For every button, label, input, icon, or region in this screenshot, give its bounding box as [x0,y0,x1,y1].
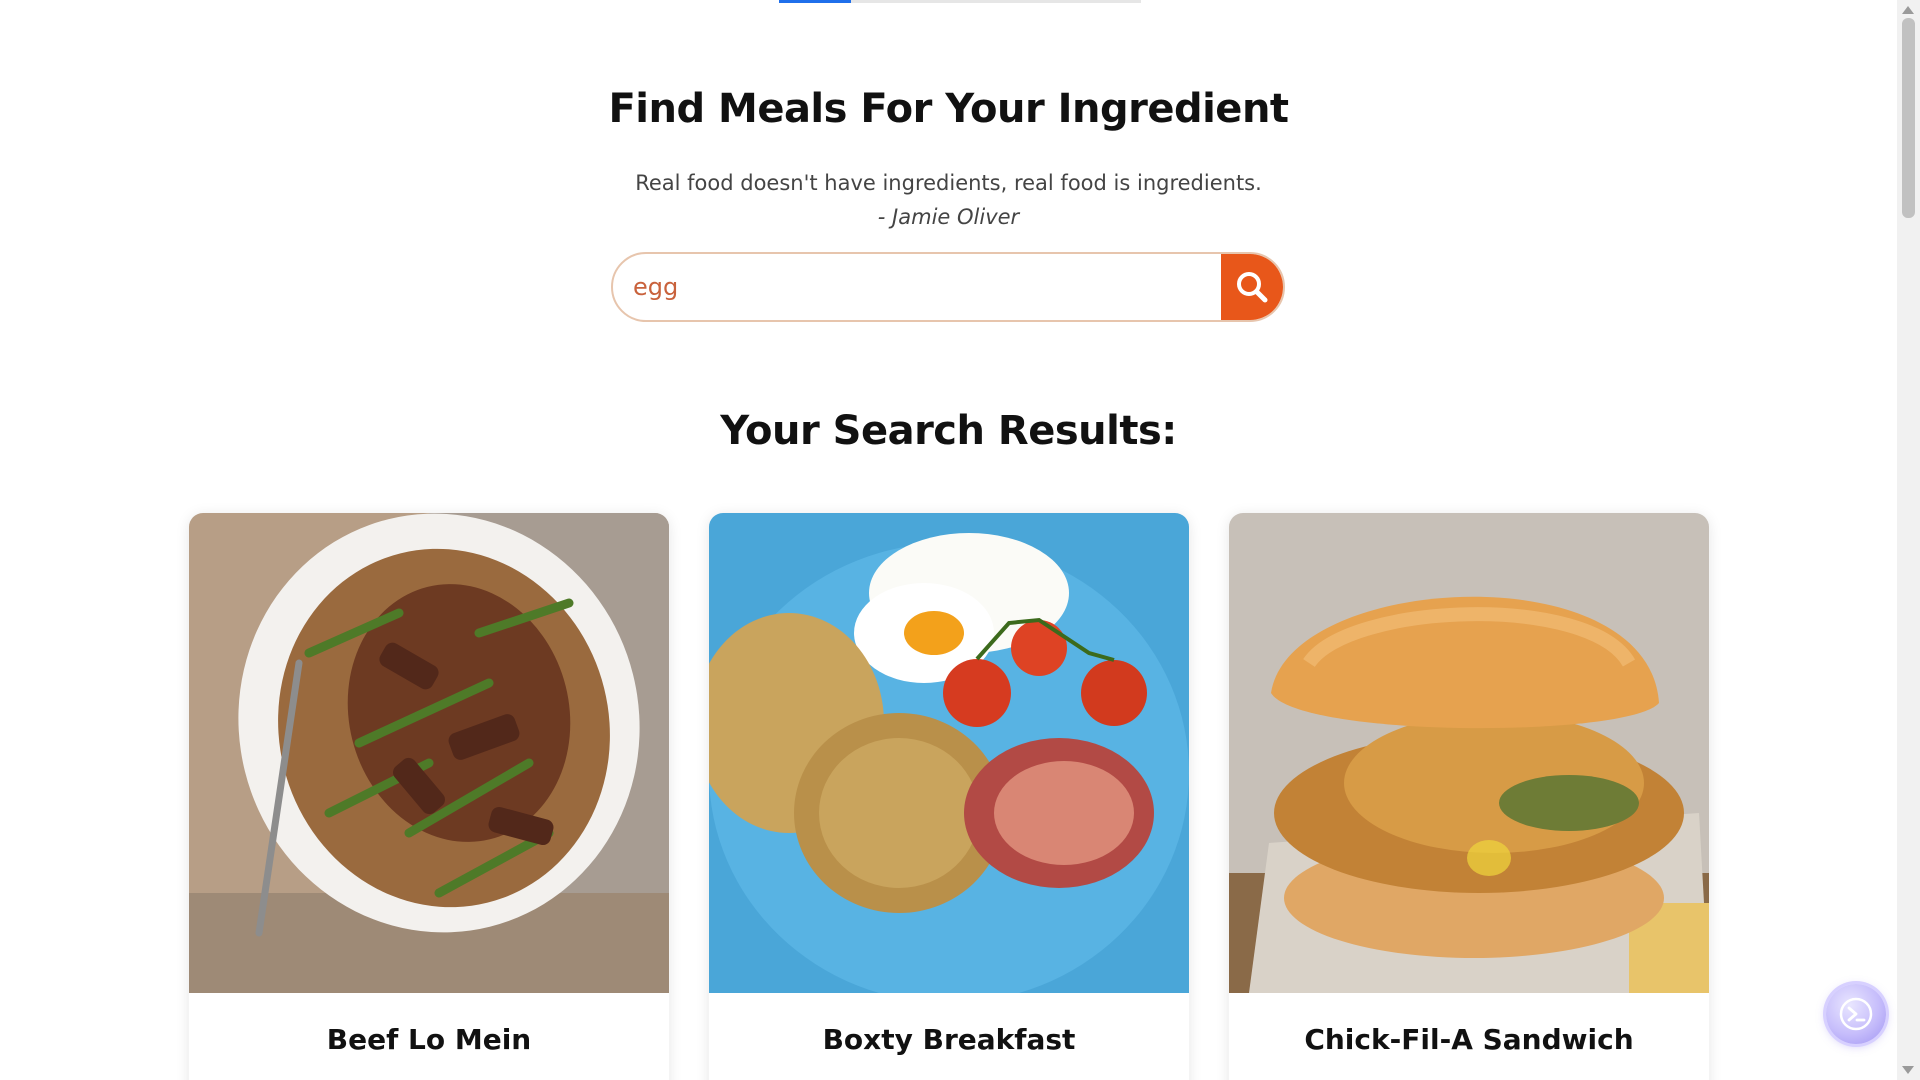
scroll-up-arrow-icon[interactable] [1902,6,1914,14]
results-grid: Beef Lo Mein Boxty Breakfast Chick-Fil-A… [0,513,1897,1080]
meal-image [1229,513,1709,993]
terminal-prompt-icon [1839,997,1873,1031]
search-bar [611,252,1285,322]
scroll-down-arrow-icon[interactable] [1902,1066,1914,1074]
meal-title: Chick-Fil-A Sandwich [1304,1023,1634,1056]
meal-image [709,513,1189,993]
quote-text: Real food doesn't have ingredients, real… [635,171,1262,195]
scrollbar[interactable] [1897,0,1920,1080]
active-tab-indicator [779,0,851,3]
meal-title: Boxty Breakfast [822,1023,1076,1056]
scroll-thumb[interactable] [1902,18,1915,218]
assistant-button[interactable] [1826,984,1886,1044]
top-tab-indicator [779,0,1141,3]
meal-card[interactable]: Boxty Breakfast [709,513,1189,1080]
quote-author: - Jamie Oliver [877,205,1020,229]
search-icon [1237,272,1268,303]
meal-title: Beef Lo Mein [326,1023,532,1056]
search-input[interactable] [613,254,1221,320]
quote-block: Real food doesn't have ingredients, real… [0,166,1897,234]
meal-image [189,513,669,993]
page: Find Meals For Your Ingredient Real food… [0,0,1920,1080]
meal-card[interactable]: Beef Lo Mein [189,513,669,1080]
page-title: Find Meals For Your Ingredient [608,86,1289,132]
search-button[interactable] [1221,254,1283,320]
results-title: Your Search Results: [720,408,1177,454]
meal-card[interactable]: Chick-Fil-A Sandwich [1229,513,1709,1080]
